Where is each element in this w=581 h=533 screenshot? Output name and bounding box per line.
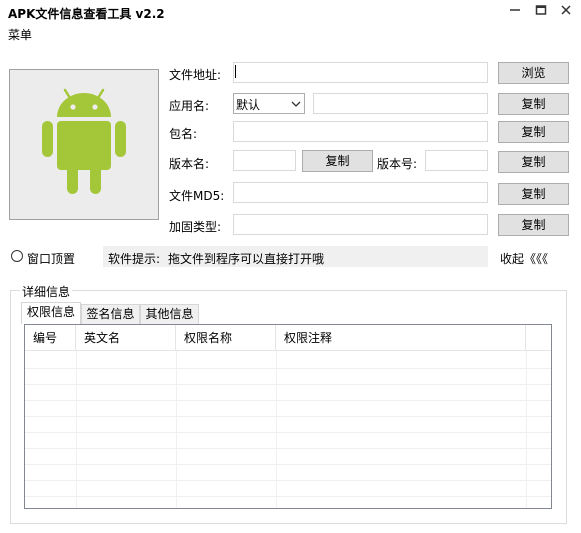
window-title: APK文件信息查看工具 v2.2 [8, 7, 165, 21]
app-name-select-value: 默认 [236, 98, 261, 112]
version-name-label: 版本名: [169, 157, 210, 171]
copy-version-name-button[interactable]: 复制 [302, 150, 373, 172]
tip-text: 拖文件到程序可以直接打开哦 [168, 252, 325, 266]
close-icon[interactable] [553, 4, 579, 22]
tip-label: 软件提示: [108, 252, 161, 266]
column-header-permission-note[interactable]: 权限注释 [276, 325, 526, 351]
android-icon [42, 88, 126, 194]
copy-app-name-button[interactable]: 复制 [498, 93, 569, 115]
browse-button[interactable]: 浏览 [498, 62, 569, 84]
app-icon-panel [9, 69, 159, 220]
topmost-label[interactable]: 窗口顶置 [27, 250, 75, 267]
chevron-down-icon [291, 101, 301, 107]
minimize-icon[interactable] [502, 4, 528, 22]
column-header-filler [526, 325, 551, 351]
column-header-english-name[interactable]: 英文名 [76, 325, 176, 351]
file-path-label: 文件地址: [169, 68, 222, 82]
version-code-input[interactable] [425, 150, 488, 171]
file-path-input[interactable] [233, 62, 488, 83]
package-label: 包名: [169, 127, 198, 141]
permissions-table[interactable]: 编号 英文名 权限名称 权限注释 [24, 324, 552, 509]
menu-item[interactable]: 菜单 [8, 26, 32, 43]
tab-other[interactable]: 其他信息 [140, 304, 199, 324]
copy-protection-button[interactable]: 复制 [498, 214, 569, 236]
app-name-select[interactable]: 默认 [233, 93, 305, 114]
copy-package-button[interactable]: 复制 [498, 121, 569, 143]
column-header-number[interactable]: 编号 [25, 325, 76, 351]
maximize-icon[interactable] [528, 4, 554, 22]
text-caret [235, 65, 236, 78]
protection-input[interactable] [233, 214, 488, 235]
topmost-radio[interactable] [11, 250, 23, 262]
md5-input[interactable] [233, 182, 488, 203]
collapse-button[interactable]: 收起《《《 [500, 250, 548, 267]
copy-version-code-button[interactable]: 复制 [498, 151, 569, 173]
protection-label: 加固类型: [169, 220, 222, 234]
column-header-permission-name[interactable]: 权限名称 [176, 325, 276, 351]
copy-md5-button[interactable]: 复制 [498, 183, 569, 205]
tab-permissions[interactable]: 权限信息 [21, 302, 81, 324]
package-input[interactable] [233, 121, 488, 142]
md5-label: 文件MD5: [169, 189, 225, 203]
version-code-label: 版本号: [377, 157, 418, 171]
version-name-input[interactable] [233, 150, 296, 171]
details-group-label: 详细信息 [20, 283, 73, 300]
app-name-input[interactable] [313, 93, 488, 114]
tab-signature[interactable]: 签名信息 [81, 304, 140, 324]
app-name-label: 应用名: [169, 99, 210, 113]
